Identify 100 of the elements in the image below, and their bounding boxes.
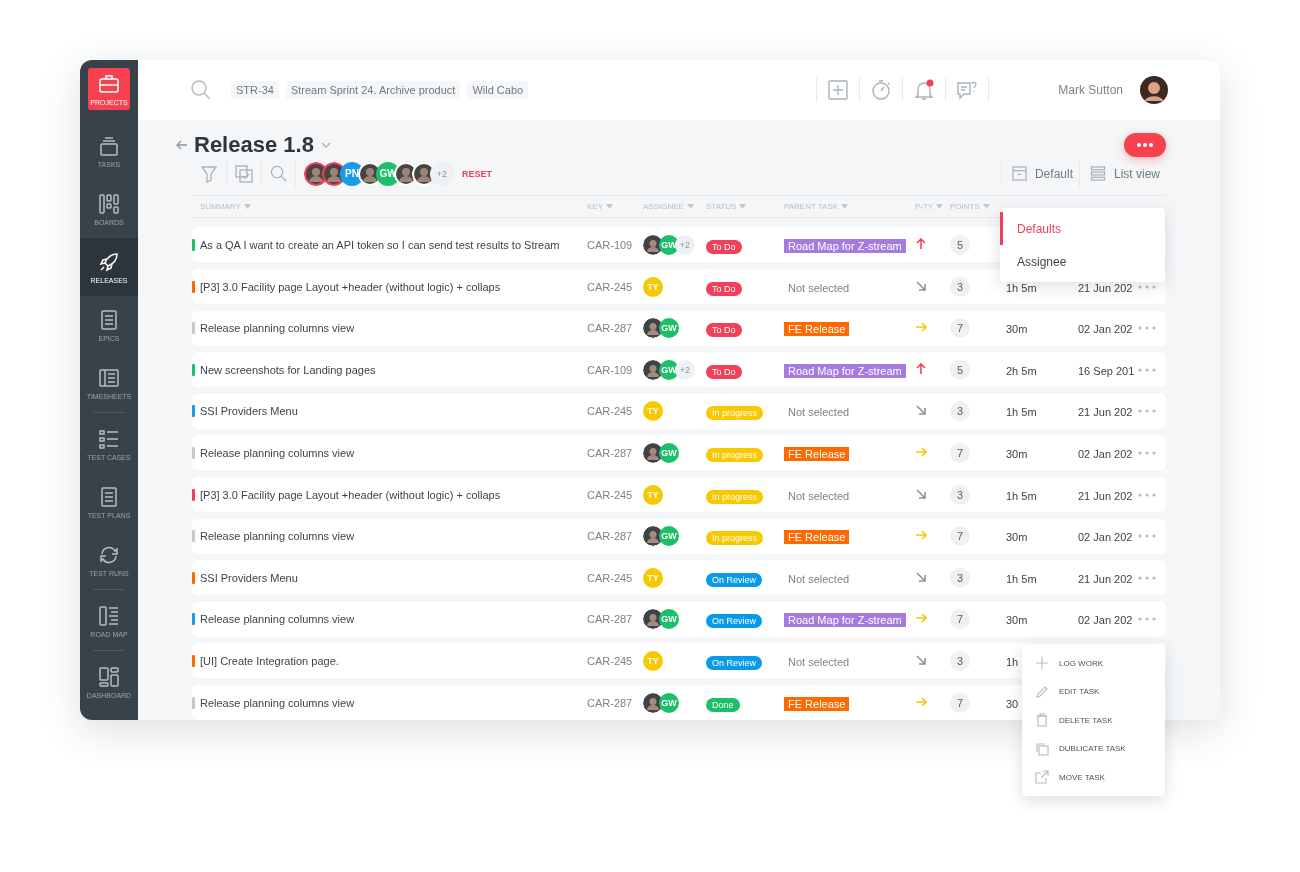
more-icon: [1136, 143, 1154, 148]
status-badge[interactable]: To Do: [706, 281, 742, 296]
assignee-avatar: GW: [659, 359, 679, 380]
task-row[interactable]: New screenshots for Landing pages CAR-109 GW +2 To Do Road Map for Z-stream 5 2h 5m 16 Sep 201: [192, 352, 1166, 388]
archive-icon: [1011, 166, 1027, 182]
status-badge[interactable]: On Review: [706, 614, 762, 629]
more-icon[interactable]: [1138, 492, 1156, 497]
parent-task-tag[interactable]: FE Release: [784, 530, 850, 545]
breadcrumb-chip[interactable]: Wild Cabo: [467, 81, 529, 99]
time-estimate: 2h 5m: [1006, 364, 1037, 377]
more-icon[interactable]: [1138, 575, 1156, 580]
arrow-down-right-icon: [915, 279, 927, 292]
task-summary[interactable]: New screenshots for Landing pages: [200, 363, 587, 376]
task-summary[interactable]: As a QA I want to create an API token so I can send test results to Stream: [200, 238, 587, 251]
status-badge[interactable]: To Do: [706, 323, 742, 338]
task-row[interactable]: Release planning columns view CAR-287 GW In progress FE Release 7 30m 02 Jan 202: [192, 435, 1166, 471]
breadcrumb-chip[interactable]: STR-34: [231, 81, 279, 99]
avatar-icon[interactable]: [1140, 76, 1168, 104]
task-row[interactable]: [P3] 3.0 Facility page Layout +header (without logic) + collaps CAR-245 TY In progress Not selected 3 1h 5m 21 Jun 202: [192, 477, 1166, 513]
story-points: 7: [950, 318, 970, 339]
reset-link[interactable]: RESET: [462, 168, 492, 179]
parent-task-tag[interactable]: Road Map for Z-stream: [784, 613, 906, 628]
more-count[interactable]: +2: [430, 161, 454, 186]
parent-task-tag[interactable]: Road Map for Z-stream: [784, 363, 906, 378]
status-badge[interactable]: On Review: [706, 572, 762, 587]
task-row[interactable]: Release planning columns view CAR-287 GW To Do FE Release 7 30m 02 Jan 202: [192, 310, 1166, 346]
checklist-icon[interactable]: [235, 164, 253, 183]
external-link-icon: [1035, 770, 1049, 785]
story-points: 3: [950, 484, 970, 505]
menu-item[interactable]: LOG WORK: [1059, 658, 1103, 668]
add-icon[interactable]: [827, 79, 850, 101]
assignee-avatar: GW: [659, 318, 679, 339]
task-row[interactable]: SSI Providers Menu CAR-245 TY In progress Not selected 3 1h 5m 21 Jun 202: [192, 393, 1166, 429]
view-mode-button[interactable]: List view: [1079, 160, 1166, 187]
task-row[interactable]: [P3] 3.0 Facility page Layout +header (without logic) + collaps CAR-245 TY To Do Not selected 3 1h 5m 21 Jun 202: [192, 269, 1166, 305]
group-by-button[interactable]: Default: [1000, 160, 1079, 187]
search-icon[interactable]: [190, 79, 212, 101]
story-points: 3: [950, 567, 970, 588]
task-summary[interactable]: SSI Providers Menu: [200, 405, 587, 418]
task-summary[interactable]: [UI] Create Integration page.: [200, 654, 587, 667]
status-badge[interactable]: To Do: [706, 364, 742, 379]
more-button[interactable]: [1124, 133, 1166, 158]
task-row[interactable]: Release planning columns view CAR-287 GW In progress FE Release 7 30m 02 Jan 202: [192, 518, 1166, 554]
task-summary[interactable]: Release planning columns view: [200, 530, 587, 543]
caret-icon: [982, 204, 990, 210]
search-icon[interactable]: [270, 165, 287, 183]
list-icon: [1090, 166, 1106, 182]
more-icon[interactable]: [1138, 534, 1156, 539]
chevron-down-icon[interactable]: [319, 141, 332, 150]
breadcrumb-chip[interactable]: Stream Sprint 24. Archive product: [285, 81, 461, 99]
status-badge[interactable]: Done: [706, 697, 740, 712]
task-row[interactable]: SSI Providers Menu CAR-245 TY On Review Not selected 3 1h 5m 21 Jun 202: [192, 560, 1166, 596]
parent-task-text[interactable]: Not selected: [784, 405, 854, 420]
task-summary[interactable]: [P3] 3.0 Facility page Layout +header (without logic) + collaps: [200, 488, 587, 501]
menu-item[interactable]: MOVE TASK: [1059, 772, 1105, 782]
filter-icon[interactable]: [200, 164, 218, 183]
task-row[interactable]: Release planning columns view CAR-287 GW On Review Road Map for Z-stream 7 30m 02 Jan 202: [192, 601, 1166, 637]
stopwatch-icon[interactable]: [870, 79, 893, 101]
more-icon[interactable]: [1138, 284, 1156, 289]
task-summary[interactable]: [P3] 3.0 Facility page Layout +header (without logic) + collaps: [200, 280, 587, 293]
user-name[interactable]: Mark Sutton: [1058, 83, 1123, 97]
due-date: 21 Jun 202: [1078, 281, 1133, 294]
parent-task-text[interactable]: Not selected: [784, 571, 854, 586]
task-summary[interactable]: Release planning columns view: [200, 696, 587, 709]
menu-item[interactable]: DUBLICATE TASK: [1059, 744, 1126, 754]
status-badge[interactable]: On Review: [706, 655, 762, 670]
arrow-right-icon: [915, 695, 927, 708]
assignee-avatar: GW: [659, 234, 679, 255]
task-key: CAR-245: [587, 571, 643, 584]
assignee-avatar: GW: [659, 692, 679, 713]
plus-icon: [1035, 656, 1049, 671]
task-summary[interactable]: SSI Providers Menu: [200, 571, 587, 584]
help-chat-icon[interactable]: [956, 79, 979, 101]
rocket-icon: [98, 250, 120, 273]
parent-task-text[interactable]: Not selected: [784, 654, 854, 669]
parent-task-text[interactable]: Not selected: [784, 280, 854, 295]
bell-icon[interactable]: [913, 79, 936, 101]
more-icon[interactable]: [1138, 326, 1156, 331]
caret-icon: [243, 204, 251, 210]
parent-task-tag[interactable]: FE Release: [784, 446, 850, 461]
task-summary[interactable]: Release planning columns view: [200, 322, 587, 335]
story-points: 7: [950, 692, 970, 713]
due-date: 21 Jun 202: [1078, 489, 1133, 502]
more-icon[interactable]: [1138, 367, 1156, 372]
dropdown-option[interactable]: Defaults: [1000, 212, 1165, 245]
menu-item[interactable]: EDIT TASK: [1059, 687, 1100, 697]
story-points: 5: [950, 234, 970, 255]
avatar-icon: [643, 526, 663, 547]
parent-task-tag[interactable]: Road Map for Z-stream: [784, 238, 906, 253]
task-summary[interactable]: Release planning columns view: [200, 446, 587, 459]
back-icon[interactable]: [176, 140, 188, 151]
parent-task-text[interactable]: Not selected: [784, 488, 854, 503]
parent-task-tag[interactable]: FE Release: [784, 322, 850, 337]
more-icon[interactable]: [1138, 617, 1156, 622]
more-icon[interactable]: [1138, 450, 1156, 455]
more-icon[interactable]: [1138, 409, 1156, 414]
status-badge[interactable]: To Do: [706, 239, 742, 254]
task-key: CAR-109: [587, 238, 643, 251]
parent-task-tag[interactable]: FE Release: [784, 696, 850, 711]
task-summary[interactable]: Release planning columns view: [200, 613, 587, 626]
